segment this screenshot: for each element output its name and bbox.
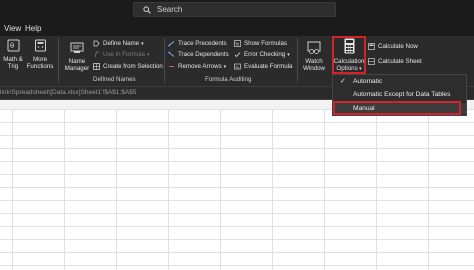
calculate-now-icon [368, 43, 375, 50]
calculate-sheet-label: Calculate Sheet [378, 58, 422, 65]
show-formulas-button[interactable]: fx Show Formulas [234, 40, 287, 47]
evaluate-formula-label: Evaluate Formula [244, 63, 293, 70]
svg-text:fx: fx [236, 42, 240, 47]
math-trig-icon: θ [7, 39, 19, 52]
name-manager-label-2: Manager [64, 65, 90, 72]
name-manager-icon [70, 42, 84, 53]
define-name-button[interactable]: Define Name ▾ [93, 40, 144, 47]
more-functions-label-1: More [32, 56, 48, 63]
search-icon [143, 5, 151, 14]
use-in-formula-label: Use in Formula [103, 51, 145, 58]
calculation-options-highlight [332, 36, 366, 74]
math-trig-label-1: Math & [3, 56, 23, 63]
ribbon-separator [164, 38, 165, 83]
more-functions-button[interactable]: More Functions [26, 39, 54, 70]
watch-window-label-2: Window [302, 65, 325, 72]
math-trig-button[interactable]: θ Math & Trig [0, 39, 26, 70]
remove-arrows-button[interactable]: Remove Arrows ▾ [168, 63, 226, 70]
formula-auditing-group-label: Formula Auditing [205, 76, 252, 83]
svg-text:θ: θ [10, 42, 14, 50]
calculate-sheet-button[interactable]: Calculate Sheet [368, 58, 422, 65]
name-manager-label-1: Name [68, 58, 86, 65]
more-functions-icon [34, 39, 46, 52]
dropdown-item-automatic-except-tables[interactable]: Automatic Except for Data Tables [333, 89, 466, 100]
create-from-selection-button[interactable]: Create from Selection [93, 63, 163, 70]
math-trig-label-2: Trig [7, 63, 19, 70]
tag-icon [93, 40, 100, 47]
calculate-now-label: Calculate Now [378, 43, 418, 50]
remove-arrows-label: Remove Arrows [178, 63, 222, 70]
checkmark-icon: ✓ [340, 78, 346, 85]
formula-reference-text: link\Spreadsheet\[Data.xlsx]Sheet1'!$A$1… [0, 89, 137, 96]
dropdown-item-automatic[interactable]: ✓ Automatic [333, 76, 466, 87]
search-box[interactable]: Search [133, 2, 336, 17]
error-checking-icon [234, 52, 241, 58]
chevron-down-icon: ▾ [287, 51, 290, 58]
watch-window-icon [307, 41, 321, 54]
worksheet-grid[interactable] [0, 109, 474, 270]
automatic-label: Automatic [353, 78, 383, 85]
error-checking-label: Error Checking [244, 51, 286, 58]
evaluate-formula-icon: fx [234, 63, 241, 70]
use-in-formula-button: Use in Formula ▾ [93, 51, 149, 58]
chevron-down-icon: ▾ [146, 51, 150, 58]
create-from-selection-label: Create from Selection [103, 63, 163, 70]
calculate-now-button[interactable]: Calculate Now [368, 43, 418, 50]
tab-help[interactable]: Help [25, 24, 41, 33]
define-name-label: Define Name [103, 40, 140, 47]
more-functions-label-2: Functions [26, 63, 54, 70]
show-formulas-icon: fx [234, 40, 241, 47]
ribbon-separator [58, 38, 59, 83]
formula-icon [94, 51, 99, 58]
trace-precedents-label: Trace Precedents [178, 40, 227, 47]
chevron-down-icon: ▾ [223, 63, 227, 70]
trace-dependents-button[interactable]: Trace Dependents [168, 51, 229, 58]
trace-precedents-icon [168, 41, 175, 47]
search-placeholder: Search [157, 5, 183, 14]
name-manager-button[interactable]: Name Manager [63, 42, 91, 72]
trace-dependents-icon [168, 51, 175, 57]
watch-window-label-1: Watch [305, 58, 323, 65]
tab-view[interactable]: View [4, 24, 21, 33]
defined-names-group-label: Defined Names [93, 76, 136, 83]
error-checking-button[interactable]: Error Checking ▾ [234, 51, 290, 58]
table-grid-icon [93, 63, 100, 70]
menu-bar: View Help [0, 20, 474, 36]
trace-dependents-label: Trace Dependents [178, 51, 229, 58]
chevron-down-icon: ▾ [141, 40, 144, 47]
evaluate-formula-button[interactable]: fx Evaluate Formula [234, 63, 293, 70]
trace-precedents-button[interactable]: Trace Precedents [168, 40, 227, 47]
automatic-except-label: Automatic Except for Data Tables [353, 91, 451, 98]
watch-window-button[interactable]: Watch Window [299, 41, 329, 72]
title-bar: Search [0, 0, 474, 20]
remove-arrows-icon [169, 66, 174, 67]
ribbon-separator [297, 38, 298, 83]
calculate-sheet-icon [368, 58, 375, 65]
show-formulas-label: Show Formulas [244, 40, 287, 47]
manual-highlight [333, 101, 461, 115]
